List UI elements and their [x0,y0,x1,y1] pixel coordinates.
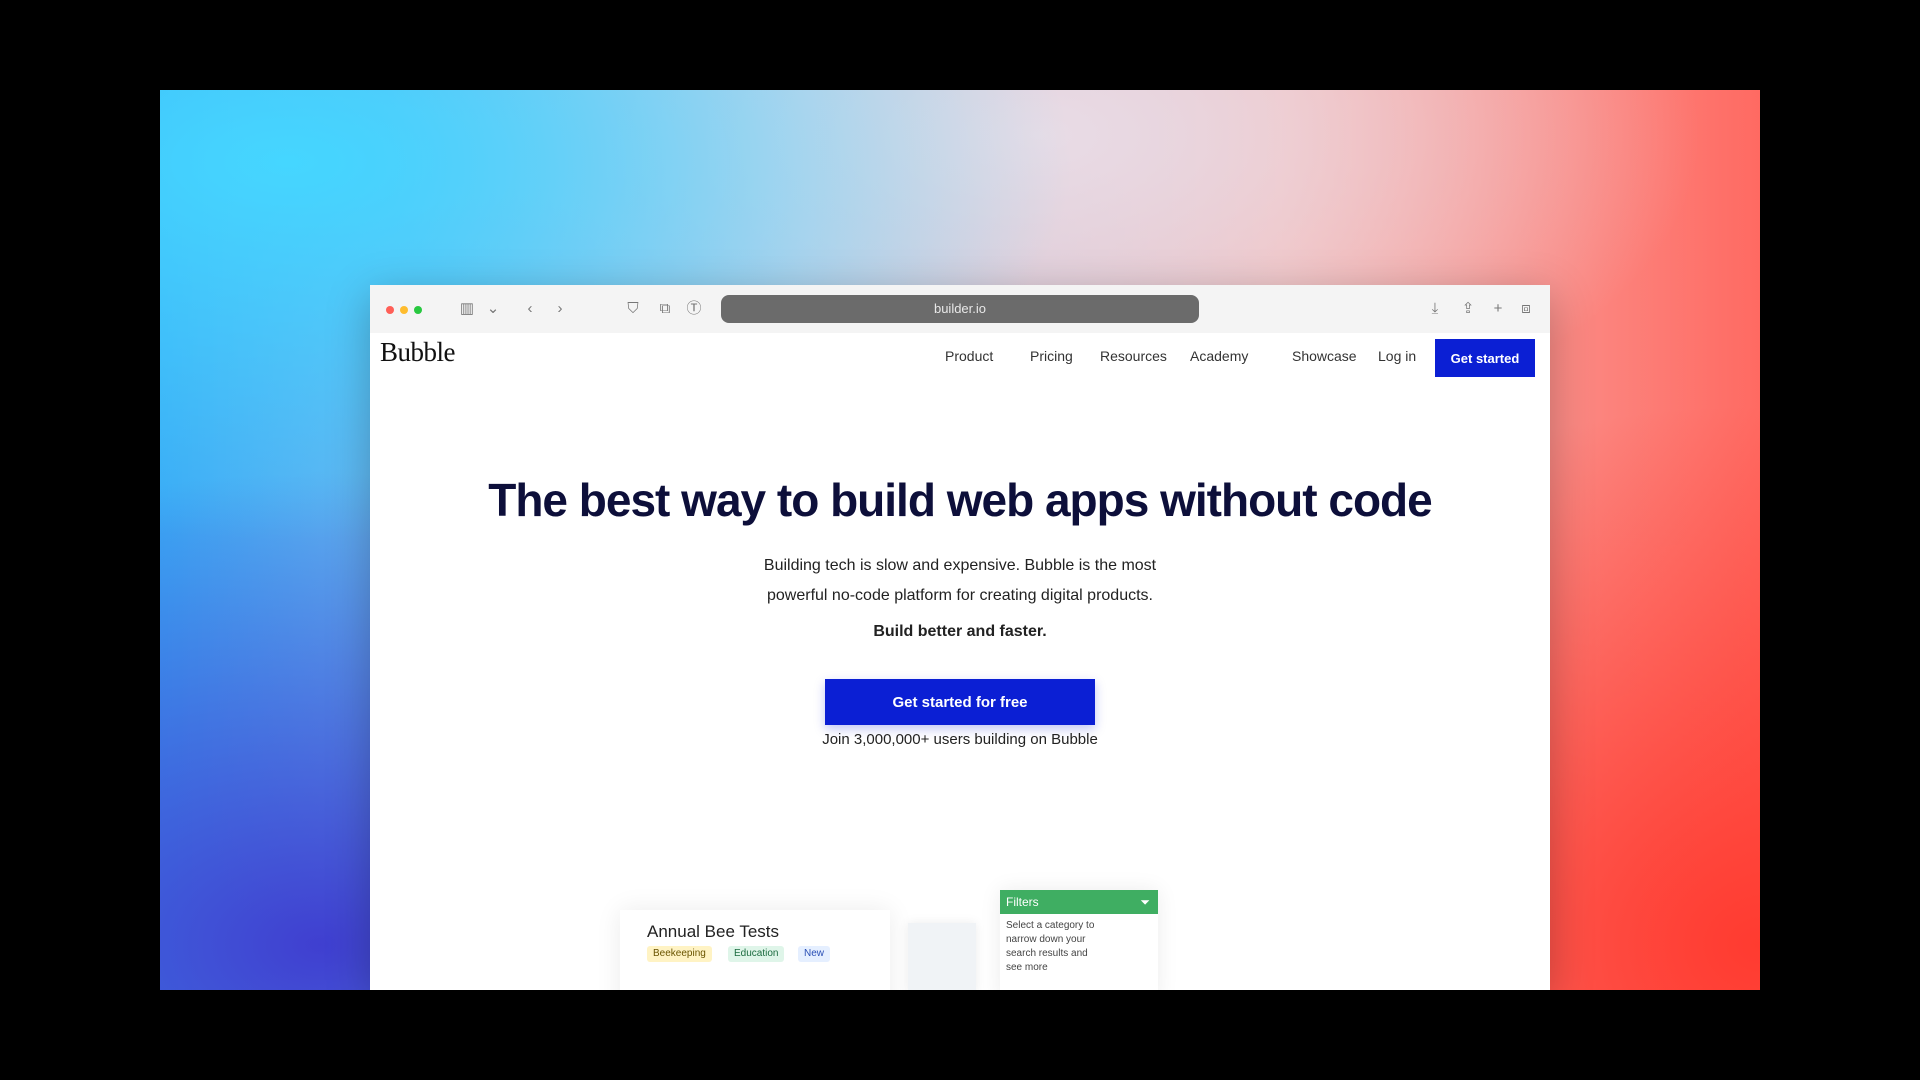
site-logo[interactable]: Bubble [380,337,456,368]
preview-tag: Beekeeping [647,946,712,962]
nav-login[interactable]: Log in [1378,348,1416,364]
filter-icon: ⏷ [1140,895,1150,909]
address-bar[interactable]: builder.io [721,295,1199,323]
minimize-window-button[interactable] [400,306,408,314]
share-icon[interactable]: ⇪ [1460,299,1476,319]
tabs-overview-icon[interactable]: ⧈ [1518,299,1534,319]
browser-toolbar: ▥ ⌄ ‹ › ⛉ ⧉ Ⓣ builder.io ⤓ ⇪ + ⧈ [370,285,1550,333]
preview-filter-title: Filters [1006,895,1039,909]
preview-filter-header: Filters ⏷ [1000,890,1158,914]
translate-icon[interactable]: Ⓣ [686,299,702,319]
preview-image-card [908,923,976,990]
hero-title: The best way to build web apps without c… [488,474,1433,526]
preview-tag: Education [728,946,785,962]
preview-filter-line: see more [1006,962,1048,973]
extension-icon[interactable]: ⧉ [657,299,673,319]
hero-subtitle-line-1: Building tech is slow and expensive. Bub… [763,557,1157,574]
nav-academy[interactable]: Academy [1190,348,1248,364]
preview-filter-line: Select a category to [1006,920,1095,931]
hero-subtitle-line-3: Build better and faster. [873,623,1047,640]
preview-filter-line: narrow down your [1006,934,1086,945]
hero-subtitle-line-2: powerful no-code platform for creating d… [767,587,1153,604]
preview-card-title: Annual Bee Tests [647,922,779,941]
preview-filter-line: search results and [1006,948,1088,959]
get-started-button[interactable]: Get started [1435,339,1535,377]
back-icon[interactable]: ‹ [522,299,538,319]
preview-tag: New [798,946,831,962]
nav-resources[interactable]: Resources [1100,348,1167,364]
close-window-button[interactable] [386,306,394,314]
hero-note: Join 3,000,000+ users building on Bubble [822,731,1098,748]
nav-showcase[interactable]: Showcase [1292,348,1357,364]
zoom-window-button[interactable] [414,306,422,314]
get-started-free-button[interactable]: Get started for free [825,679,1095,725]
shield-icon[interactable]: ⛉ [625,299,641,319]
address-text: builder.io [933,301,987,316]
new-tab-icon[interactable]: + [1490,299,1506,319]
preview-card-task: Annual Bee Tests Beekeeping Education Ne… [620,910,890,990]
forward-icon[interactable]: › [552,299,568,319]
nav-product[interactable]: Product [945,348,993,364]
sidebar-toggle-icon[interactable]: ▥ [455,299,479,319]
browser-window: ▥ ⌄ ‹ › ⛉ ⧉ Ⓣ builder.io ⤓ ⇪ + ⧈ Bubble … [370,285,1550,990]
nav-pricing[interactable]: Pricing [1030,348,1073,364]
download-icon[interactable]: ⤓ [1427,299,1443,319]
site-header: Bubble Product Pricing Resources Academy… [370,333,1550,383]
chevron-down-icon[interactable]: ⌄ [485,299,501,319]
preview-filter-card: Filters ⏷ Select a category to narrow do… [1000,890,1158,990]
